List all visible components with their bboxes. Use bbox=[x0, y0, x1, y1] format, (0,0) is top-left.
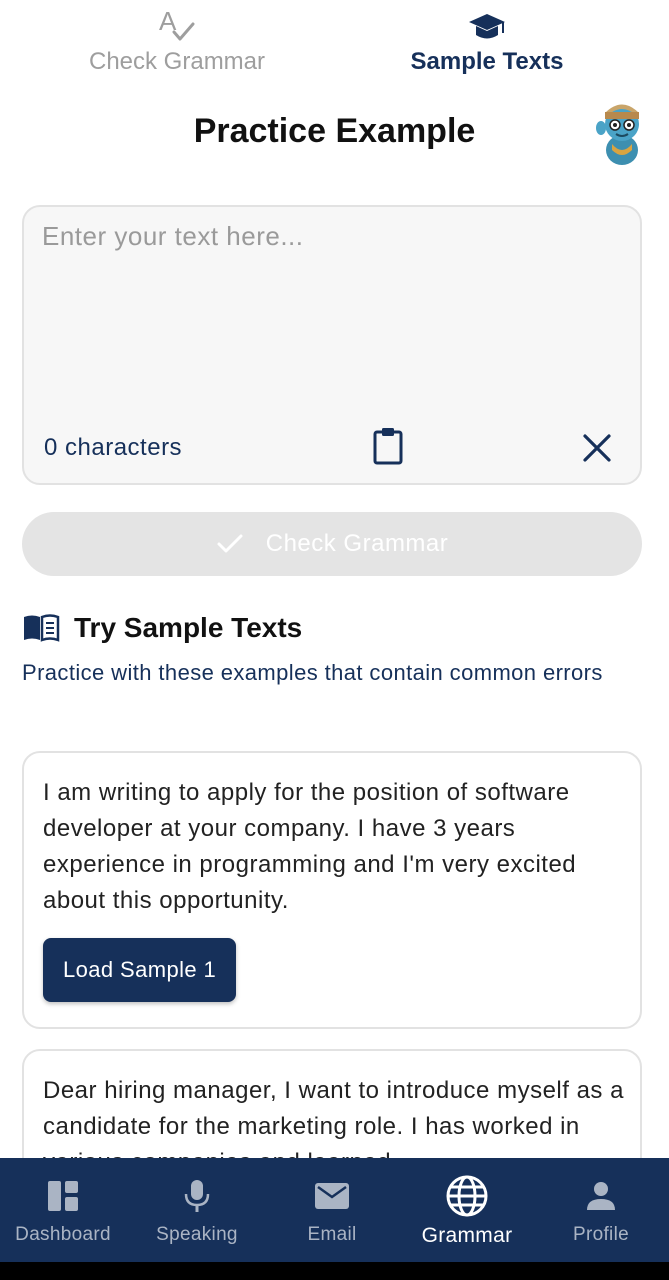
nav-item-email[interactable]: Email bbox=[265, 1158, 399, 1262]
check-icon bbox=[217, 534, 243, 553]
nav-label-grammar: Grammar bbox=[421, 1224, 513, 1247]
tab-sample-texts-label: Sample Texts bbox=[410, 48, 564, 75]
tab-sample-texts[interactable]: Sample Texts bbox=[362, 0, 612, 88]
mail-icon bbox=[315, 1183, 349, 1209]
character-count: 0 characters bbox=[44, 434, 183, 461]
tab-check-grammar-label: Check Grammar bbox=[88, 48, 266, 75]
samples-section-subtitle: Practice with these examples that contai… bbox=[22, 660, 603, 685]
samples-section-title: Try Sample Texts bbox=[74, 612, 303, 643]
nav-item-speaking[interactable]: Speaking bbox=[130, 1158, 264, 1262]
spell-check-icon: A bbox=[159, 6, 195, 41]
microphone-icon bbox=[184, 1180, 210, 1212]
load-sample-button[interactable]: Load Sample 1 bbox=[43, 938, 237, 1002]
sample-text: I am writing to apply for the position o… bbox=[43, 779, 577, 914]
tab-check-grammar[interactable]: A Check Grammar bbox=[52, 0, 302, 88]
system-navigation-bar bbox=[0, 1262, 669, 1280]
nav-item-profile[interactable]: Profile bbox=[534, 1158, 668, 1262]
dashboard-icon bbox=[48, 1181, 78, 1211]
person-icon bbox=[587, 1182, 615, 1210]
top-tab-bar: A Check Grammar Sample Texts bbox=[0, 0, 669, 88]
sample-card: I am writing to apply for the position o… bbox=[22, 751, 642, 1029]
mascot-avatar bbox=[596, 104, 639, 165]
page-title: Practice Example bbox=[193, 112, 476, 150]
nav-item-grammar[interactable]: Grammar bbox=[400, 1158, 534, 1262]
bottom-nav: Dashboard Speaking Email Grammar Profile bbox=[0, 1158, 669, 1262]
graduation-cap-icon bbox=[469, 14, 505, 39]
nav-item-dashboard[interactable]: Dashboard bbox=[0, 1158, 130, 1262]
text-input[interactable] bbox=[42, 221, 622, 401]
nav-label-profile: Profile bbox=[573, 1224, 629, 1245]
check-grammar-button-label: Check Grammar bbox=[265, 530, 449, 557]
nav-label-speaking: Speaking bbox=[156, 1224, 238, 1245]
globe-icon bbox=[446, 1175, 488, 1217]
book-open-icon bbox=[24, 614, 60, 642]
nav-label-email: Email bbox=[307, 1224, 357, 1245]
check-grammar-button[interactable]: Check Grammar bbox=[22, 512, 642, 576]
samples-section-header: Try Sample Texts bbox=[22, 612, 302, 644]
nav-label-dashboard: Dashboard bbox=[15, 1224, 111, 1245]
text-input-card: 0 characters bbox=[22, 205, 642, 485]
close-icon[interactable] bbox=[580, 431, 614, 465]
clipboard-icon[interactable] bbox=[371, 426, 405, 466]
